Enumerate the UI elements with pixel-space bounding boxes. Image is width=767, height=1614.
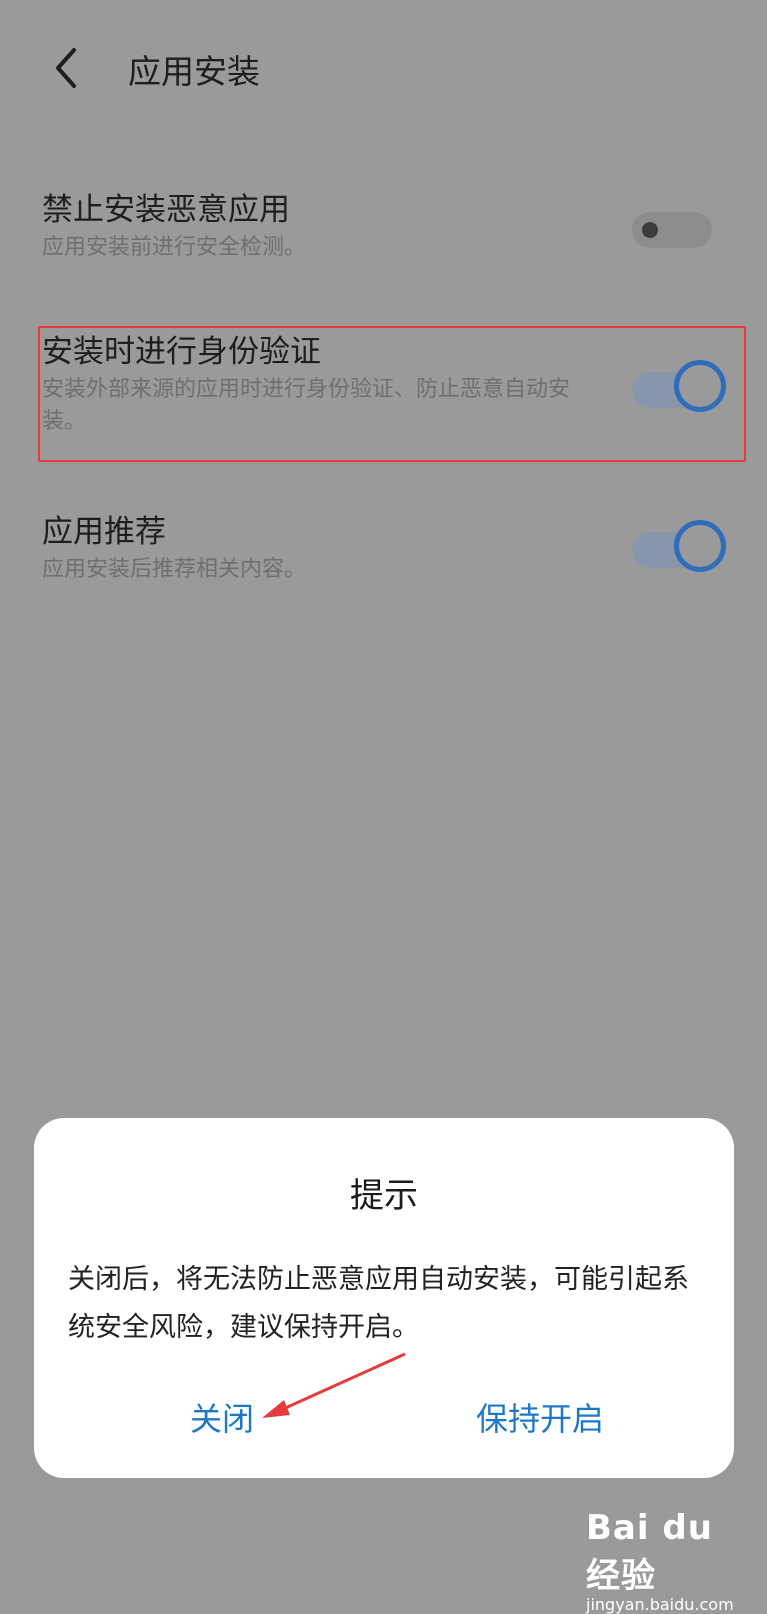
app-recommendation-toggle[interactable] (632, 520, 726, 572)
close-button[interactable]: 关闭 (190, 1394, 254, 1440)
setting-block-app-recommendation[interactable]: 应用推荐 应用安装后推荐相关内容。 (42, 512, 722, 586)
setting-title: 禁止安装恶意应用 (42, 192, 290, 228)
app-header: 应用安装 (0, 0, 767, 140)
setting-title: 应用推荐 (42, 514, 166, 550)
keep-enabled-button[interactable]: 保持开启 (476, 1394, 604, 1440)
setting-description: 应用安装前进行安全检测。 (42, 235, 307, 260)
baidu-jingyan-watermark: Bai du 经验 jingyan.baidu.com (586, 1508, 756, 1614)
chevron-left-icon (56, 48, 76, 88)
dialog-message: 关闭后，将无法防止恶意应用自动安装，可能引起系统安全风险，建议保持开启。 (68, 1264, 689, 1343)
dialog-title: 提示 (350, 1176, 418, 1216)
annotation-highlight-box (38, 326, 746, 462)
toggle-knob (674, 520, 726, 572)
back-button[interactable] (48, 44, 88, 92)
toggle-knob (642, 222, 658, 238)
malicious-apps-toggle[interactable] (632, 212, 712, 248)
page-title: 应用安装 (128, 52, 260, 91)
setting-description: 应用安装后推荐相关内容。 (42, 557, 307, 582)
setting-block-malicious-apps[interactable]: 禁止安装恶意应用 应用安装前进行安全检测。 (42, 190, 722, 264)
confirm-dialog: 提示 关闭后，将无法防止恶意应用自动安装，可能引起系统安全风险，建议保持开启。 … (34, 1118, 734, 1478)
watermark-logo: Bai du 经验 (586, 1508, 713, 1596)
watermark-url: jingyan.baidu.com (586, 1595, 734, 1614)
